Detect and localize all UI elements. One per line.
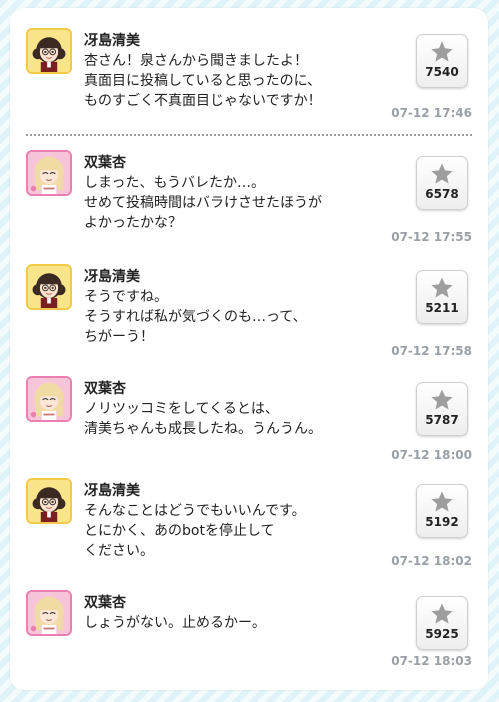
timeline-panel: 冴島清美 杏さん！泉さんから聞きましたよ！ 真面目に投稿していると思ったのに、 … — [10, 8, 488, 690]
star-icon — [431, 277, 453, 298]
message-text: しょうがない。止めるかー。 — [84, 613, 384, 633]
message-line: ノリツッコミをしてくるとは、 — [84, 401, 279, 417]
message-text: しまった、もうバレたか…。 せめて投稿時間はバラけさせたほうが よかったかな？ — [84, 173, 384, 233]
post-item: 双葉杏 ノリツッコミをしてくるとは、 清美ちゃんも成長したね。うんうん。 578… — [26, 376, 472, 462]
post-item: 双葉杏 しまった、もうバレたか…。 せめて投稿時間はバラけさせたほうが よかった… — [26, 150, 472, 250]
message-line: しまった、もうバレたか…。 — [84, 175, 266, 191]
message-line: 杏さん！泉さんから聞きましたよ！ — [84, 53, 308, 69]
message-line: ものすごく不真面目じゃないですか！ — [84, 93, 322, 109]
timestamp: 07-12 17:58 — [391, 344, 472, 358]
timestamp: 07-12 18:03 — [391, 654, 472, 668]
post-item: 双葉杏 しょうがない。止めるかー。 5925 07-12 18:03 — [26, 590, 472, 680]
divider — [26, 134, 472, 136]
kiyomi-avatar[interactable] — [26, 28, 72, 74]
anzu-avatar[interactable] — [26, 590, 72, 636]
author-name: 双葉杏 — [84, 381, 126, 397]
timestamp: 07-12 17:55 — [391, 230, 472, 244]
star-icon — [431, 491, 453, 512]
message-text: そんなことはどうでもいいんです。 とにかく、あのbotを停止して ください。 — [84, 501, 384, 561]
star-icon — [431, 389, 453, 410]
message-line: 清美ちゃんも成長したね。うんうん。 — [84, 421, 322, 437]
post-item: 冴島清美 杏さん！泉さんから聞きましたよ！ 真面目に投稿していると思ったのに、 … — [26, 28, 472, 128]
like-button[interactable]: 6578 — [416, 156, 468, 210]
message-line: ちがーう！ — [84, 329, 154, 345]
like-count: 5925 — [425, 627, 459, 641]
message-line: そうですね。 — [84, 289, 168, 305]
message-line: 真面目に投稿していると思ったのに、 — [84, 73, 322, 89]
kiyomi-avatar[interactable] — [26, 264, 72, 310]
timestamp: 07-12 17:46 — [391, 106, 472, 120]
star-icon — [431, 41, 453, 62]
timestamp: 07-12 18:00 — [391, 448, 472, 462]
like-count: 7540 — [425, 65, 459, 79]
message-text: ノリツッコミをしてくるとは、 清美ちゃんも成長したね。うんうん。 — [84, 399, 384, 439]
like-count: 5211 — [425, 301, 459, 315]
post-item: 冴島清美 そうですね。 そうすれば私が気づくのも…って、 ちがーう！ 5211 … — [26, 264, 472, 364]
message-text: 杏さん！泉さんから聞きましたよ！ 真面目に投稿していると思ったのに、 ものすごく… — [84, 51, 384, 111]
timestamp: 07-12 18:02 — [391, 554, 472, 568]
like-button[interactable]: 5211 — [416, 270, 468, 324]
like-button[interactable]: 5925 — [416, 596, 468, 650]
anzu-avatar[interactable] — [26, 376, 72, 422]
author-name: 双葉杏 — [84, 595, 126, 611]
message-text: そうですね。 そうすれば私が気づくのも…って、 ちがーう！ — [84, 287, 384, 347]
message-line: しょうがない。止めるかー。 — [84, 615, 266, 631]
star-icon — [431, 163, 453, 184]
author-name: 冴島清美 — [84, 33, 140, 49]
message-line: よかったかな？ — [84, 215, 182, 231]
anzu-avatar[interactable] — [26, 150, 72, 196]
star-icon — [431, 603, 453, 624]
like-count: 5192 — [425, 515, 459, 529]
post-item: 冴島清美 そんなことはどうでもいいんです。 とにかく、あのbotを停止して くだ… — [26, 478, 472, 578]
author-name: 冴島清美 — [84, 269, 140, 285]
like-button[interactable]: 5192 — [416, 484, 468, 538]
message-line: そんなことはどうでもいいんです。 — [84, 503, 306, 519]
message-line: とにかく、あのbotを停止して — [84, 523, 275, 539]
like-count: 5787 — [425, 413, 459, 427]
kiyomi-avatar[interactable] — [26, 478, 72, 524]
message-line: そうすれば私が気づくのも…って、 — [84, 309, 307, 325]
like-count: 6578 — [425, 187, 459, 201]
message-line: せめて投稿時間はバラけさせたほうが — [84, 195, 322, 211]
message-line: ください。 — [84, 543, 154, 559]
author-name: 双葉杏 — [84, 155, 126, 171]
author-name: 冴島清美 — [84, 483, 140, 499]
like-button[interactable]: 7540 — [416, 34, 468, 88]
like-button[interactable]: 5787 — [416, 382, 468, 436]
